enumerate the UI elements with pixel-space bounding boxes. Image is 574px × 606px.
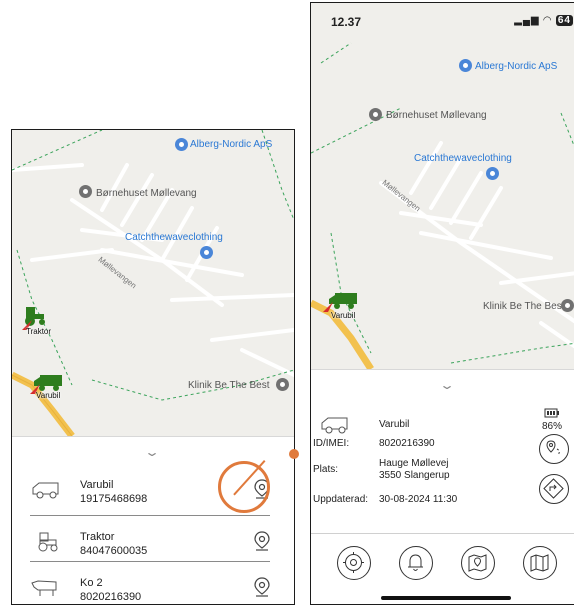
settings-gear-icon <box>343 552 364 573</box>
map-view[interactable]: 12.37 ▂▄▆ ◠ 64 Alberg-Nordic ApS Børnehu… <box>311 3 574 369</box>
phone-screen-list: Alberg-Nordic ApS Børnehuset Møllevang C… <box>11 129 295 605</box>
navigate-button[interactable] <box>539 474 569 504</box>
chevron-down-icon[interactable]: ⌄ <box>439 378 455 392</box>
vehicle-number: 19175468698 <box>80 493 148 505</box>
nav-route-button[interactable] <box>461 546 495 580</box>
callout-highlight-ring <box>218 461 270 513</box>
map-icon <box>530 554 549 572</box>
poi-label-klinik: Klinik Be The Best <box>483 301 565 312</box>
status-bar: 12.37 ▂▄▆ ◠ 64 <box>311 3 574 33</box>
vehicle-number: 8020216390 <box>80 591 142 603</box>
poi-pin-icon[interactable] <box>486 167 499 180</box>
cow-outline-icon <box>31 580 57 596</box>
map-vehicle-label: Traktor <box>26 327 52 336</box>
poi-label-alberg: Alberg-Nordic ApS <box>475 61 558 72</box>
poi-label-bornehuset: Børnehuset Møllevang <box>96 188 197 199</box>
nav-settings-button[interactable] <box>337 546 371 580</box>
updated-label: Uppdaterad: <box>313 494 369 505</box>
map-view[interactable]: Alberg-Nordic ApS Børnehuset Møllevang C… <box>12 130 294 436</box>
poi-label-catchthewave: Catchthewaveclothing <box>414 153 512 164</box>
status-icons: ▂▄▆ ◠ 64 <box>514 15 573 26</box>
battery-icon: 64 <box>555 15 573 26</box>
chevron-down-icon[interactable]: ⌄ <box>144 445 160 459</box>
directions-icon <box>543 478 564 499</box>
vehicle-name: Varubil <box>379 419 410 430</box>
poi-pin-icon[interactable] <box>561 299 574 312</box>
callout-dot <box>289 449 299 459</box>
map-vehicle-label: Varubil <box>331 311 356 320</box>
poi-pin-icon[interactable] <box>200 246 213 259</box>
poi-pin-icon[interactable] <box>79 185 92 198</box>
map-vehicle-label: Varubil <box>36 391 61 400</box>
map-vehicle-varubil[interactable]: Varubil <box>315 292 359 322</box>
map-pin-route-icon <box>468 554 487 572</box>
vehicle-number: 84047600035 <box>80 545 148 557</box>
poi-label-catchthewave: Catchthewaveclothing <box>125 232 223 243</box>
poi-pin-icon[interactable] <box>369 108 382 121</box>
vehicle-name: Ko 2 <box>80 577 103 589</box>
signal-icon: ▂▄▆ <box>514 15 540 26</box>
battery-level-icon <box>544 408 559 418</box>
place-line1: Hauge Møllevej <box>379 458 449 469</box>
vehicle-name: Traktor <box>80 531 115 543</box>
map-vehicle-traktor[interactable]: Traktor <box>22 305 62 336</box>
poi-label-bornehuset: Børnehuset Møllevang <box>386 110 487 121</box>
id-value: 8020216390 <box>379 438 435 449</box>
van-outline-icon <box>32 482 59 499</box>
wifi-icon: ◠ <box>543 15 553 26</box>
tractor-outline-icon <box>38 532 58 552</box>
location-route-icon <box>546 440 560 456</box>
phone-screen-detail: 12.37 ▂▄▆ ◠ 64 Alberg-Nordic ApS Børnehu… <box>310 2 574 605</box>
poi-pin-icon[interactable] <box>459 59 472 72</box>
show-location-button[interactable] <box>539 434 569 464</box>
location-pin-icon[interactable] <box>254 531 270 551</box>
vehicle-detail-sheet: ⌄ Varubil ID/IMEI: 8020216390 Plats: Hau… <box>311 369 574 604</box>
nav-map-button[interactable] <box>523 546 557 580</box>
location-pin-icon[interactable] <box>254 577 270 597</box>
poi-pin-icon[interactable] <box>175 138 188 151</box>
place-line2: 3550 Slangerup <box>379 470 450 481</box>
bottom-nav-bar <box>311 533 574 604</box>
battery-percent: 86% <box>542 421 563 432</box>
vehicle-name: Varubil <box>80 479 114 491</box>
van-icon <box>329 293 357 309</box>
list-divider <box>30 515 270 516</box>
status-time: 12.37 <box>331 15 362 29</box>
list-divider <box>30 561 270 562</box>
list-item[interactable]: Traktor 84047600035 <box>30 525 270 569</box>
poi-label-klinik: Klinik Be The Best <box>188 380 270 391</box>
updated-value: 30-08-2024 11:30 <box>379 494 458 505</box>
bell-icon <box>408 554 423 571</box>
place-label: Plats: <box>313 464 339 475</box>
map-vehicle-varubil[interactable]: Varubil <box>30 374 74 404</box>
nav-alerts-button[interactable] <box>399 546 433 580</box>
list-item[interactable]: Ko 2 8020216390 <box>30 571 270 604</box>
poi-pin-icon[interactable] <box>276 378 289 391</box>
home-indicator <box>381 596 511 600</box>
id-label: ID/IMEI: <box>313 438 350 449</box>
poi-label-alberg: Alberg-Nordic ApS <box>190 139 273 150</box>
van-outline-icon <box>321 417 348 434</box>
